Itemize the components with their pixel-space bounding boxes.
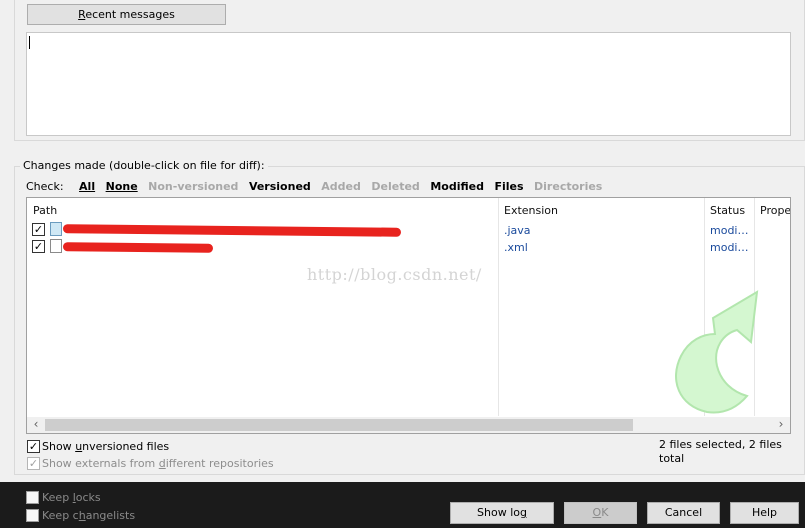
commit-arrow-icon xyxy=(675,290,759,414)
changes-group-title: Changes made (double-click on file for d… xyxy=(20,159,268,173)
changed-files-list[interactable]: Path Extension Status Prope ✓ .java modi… xyxy=(26,197,791,434)
keep-locks-checkbox[interactable] xyxy=(26,491,39,504)
xml-file-icon xyxy=(50,239,62,253)
show-log-button[interactable]: Show log xyxy=(450,502,554,524)
keep-changelists-label: Keep changelists xyxy=(42,509,136,522)
show-externals-checkbox[interactable]: ✓ xyxy=(27,457,40,470)
filter-modified[interactable]: Modified xyxy=(430,180,484,194)
table-row[interactable]: ✓ .xml modi… xyxy=(27,239,790,256)
cancel-button[interactable]: Cancel xyxy=(647,502,720,524)
horizontal-scrollbar[interactable]: ‹ › xyxy=(27,417,790,433)
ok-button[interactable]: OK xyxy=(564,502,637,524)
filter-added[interactable]: Added xyxy=(321,180,361,194)
filter-versioned[interactable]: Versioned xyxy=(249,180,311,194)
text-caret xyxy=(29,36,30,49)
row-checkbox[interactable]: ✓ xyxy=(32,223,45,236)
filter-files[interactable]: Files xyxy=(494,180,523,194)
filter-deleted[interactable]: Deleted xyxy=(371,180,419,194)
scroll-right-icon[interactable]: › xyxy=(773,417,789,433)
show-externals-label: Show externals from different repositori… xyxy=(42,457,274,470)
filter-all[interactable]: All xyxy=(79,180,95,194)
table-row[interactable]: ✓ .java modi… xyxy=(27,222,790,239)
scrollbar-thumb[interactable] xyxy=(45,419,633,431)
column-header-extension[interactable]: Extension xyxy=(504,204,558,218)
filter-non-versioned[interactable]: Non-versioned xyxy=(148,180,238,194)
column-header-status[interactable]: Status xyxy=(710,204,745,218)
keep-changelists-checkbox[interactable] xyxy=(26,509,39,522)
row-status: modi… xyxy=(710,224,749,237)
java-file-icon xyxy=(50,222,62,236)
check-label: Check: xyxy=(26,180,64,193)
column-header-path[interactable]: Path xyxy=(33,204,57,218)
watermark-text: http://blog.csdn.net/ xyxy=(307,265,482,284)
commit-message-input[interactable] xyxy=(26,32,791,136)
filter-directories[interactable]: Directories xyxy=(534,180,602,194)
show-unversioned-checkbox[interactable]: ✓ xyxy=(27,440,40,453)
row-extension: .java xyxy=(504,224,531,237)
show-unversioned-label: Show unversioned files xyxy=(42,440,170,453)
row-extension: .xml xyxy=(504,241,528,254)
recent-messages-button[interactable]: Recent messages xyxy=(27,4,226,25)
help-button[interactable]: Help xyxy=(730,502,799,524)
row-status: modi… xyxy=(710,241,749,254)
row-checkbox[interactable]: ✓ xyxy=(32,240,45,253)
scroll-left-icon[interactable]: ‹ xyxy=(28,417,44,433)
redacted-path xyxy=(62,242,214,253)
keep-locks-label: Keep locks xyxy=(42,491,101,504)
column-header-properties[interactable]: Prope xyxy=(760,204,790,218)
filter-none[interactable]: None xyxy=(106,180,138,194)
check-filter-bar: Check: All None Non-versioned Versioned … xyxy=(26,180,609,194)
selection-status: 2 files selected, 2 files total xyxy=(659,438,782,465)
redacted-path xyxy=(62,224,402,237)
